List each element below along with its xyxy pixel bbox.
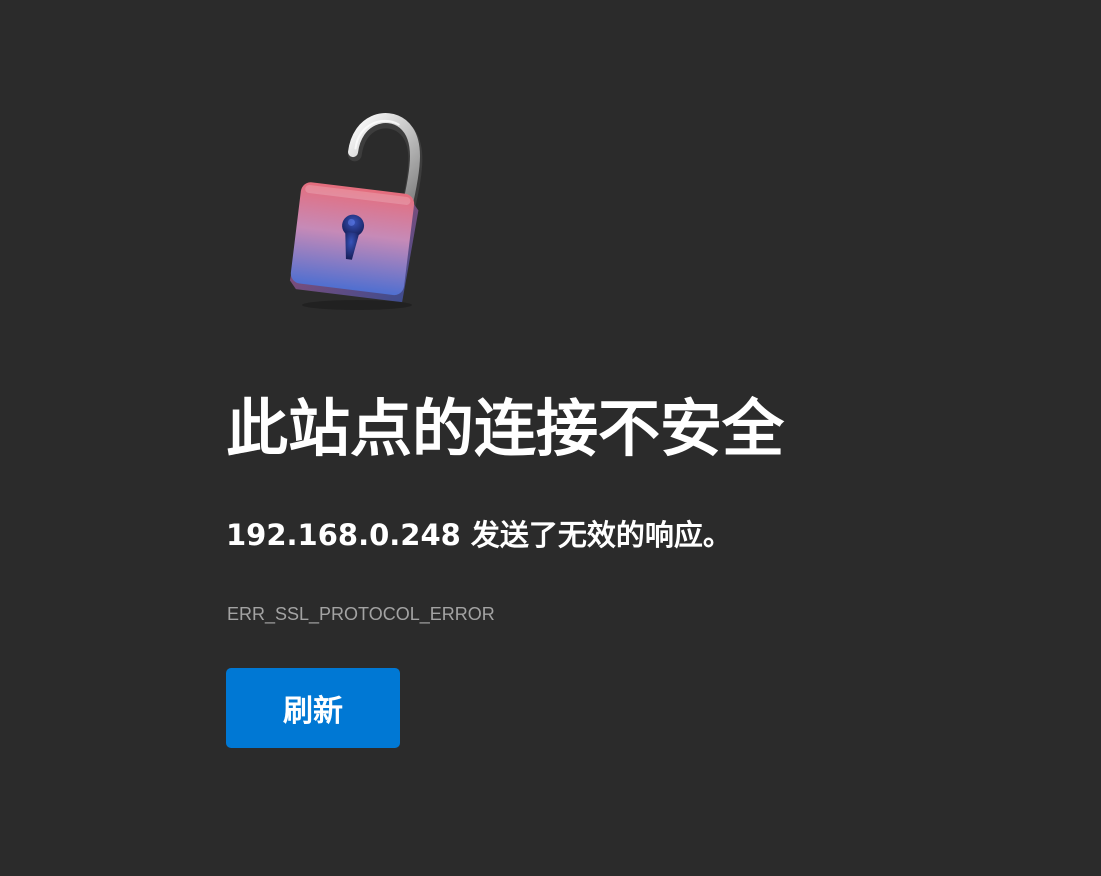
page-title: 此站点的连接不安全 [226,392,785,465]
error-code: ERR_SSL_PROTOCOL_ERROR [227,604,495,624]
refresh-button[interactable]: 刷新 [226,668,400,748]
unlocked-padlock-icon [262,100,452,315]
error-description: 192.168.0.248 发送了无效的响应。 [226,518,732,552]
